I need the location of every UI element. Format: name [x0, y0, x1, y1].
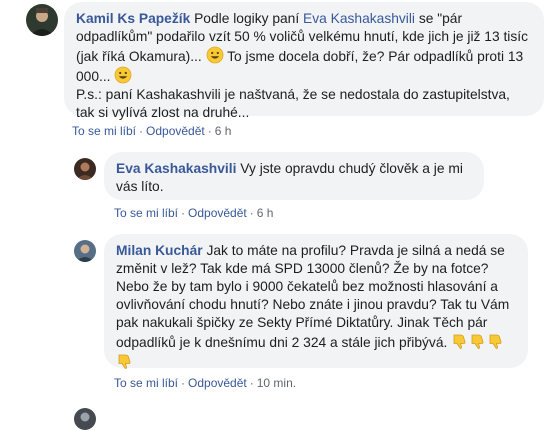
comment-text: Podle logiky paní	[194, 11, 304, 26]
smiley-emoji-icon	[114, 66, 132, 84]
comment-author[interactable]: Eva Kashakashvili	[116, 161, 236, 176]
reply-link[interactable]: Odpovědět	[188, 376, 247, 390]
comment-time[interactable]: 6 h	[215, 124, 232, 138]
comment-bubble: Milan Kuchár Jak to máte na profilu? Pra…	[104, 234, 528, 369]
comment-actions: To se mi líbí · Odpovědět · 6 h	[72, 124, 232, 138]
comment-author[interactable]: Milan Kuchár	[116, 243, 203, 258]
smiley-emoji-icon	[206, 46, 223, 64]
thumbs-down-emoji-icon	[118, 354, 131, 369]
comment-text: P.s.: paní Kashakashvili je naštvaná, že…	[76, 87, 510, 120]
comment-time[interactable]: 10 min.	[257, 376, 296, 390]
reply-link[interactable]: Odpovědět	[188, 206, 247, 220]
comment-bubble: Eva Kashakashvili Vy jste opravdu chudý …	[104, 152, 484, 200]
comment-author[interactable]: Kamil Ks Papežík	[76, 11, 190, 26]
like-link[interactable]: To se mi líbí	[114, 376, 178, 390]
mention-link[interactable]: Eva Kashakashvili	[303, 11, 415, 26]
avatar-eva[interactable]	[74, 158, 96, 180]
thumbs-down-emoji-icon	[471, 334, 484, 349]
comment-actions: To se mi líbí · Odpovědět · 6 h	[114, 206, 274, 220]
comment-bubble: Kamil Ks Papežík Podle logiky paní Eva K…	[64, 2, 544, 120]
thumbs-down-emoji-icon	[489, 334, 502, 349]
like-link[interactable]: To se mi líbí	[114, 206, 178, 220]
avatar-kamil[interactable]	[26, 4, 58, 36]
like-link[interactable]: To se mi líbí	[72, 124, 136, 138]
comment-actions: To se mi líbí · Odpovědět · 10 min.	[114, 376, 297, 390]
avatar-next[interactable]	[74, 408, 96, 430]
avatar-milan[interactable]	[74, 240, 96, 262]
comment-time[interactable]: 6 h	[257, 206, 274, 220]
reply-link[interactable]: Odpovědět	[146, 124, 205, 138]
thumbs-down-emoji-icon	[453, 334, 466, 349]
